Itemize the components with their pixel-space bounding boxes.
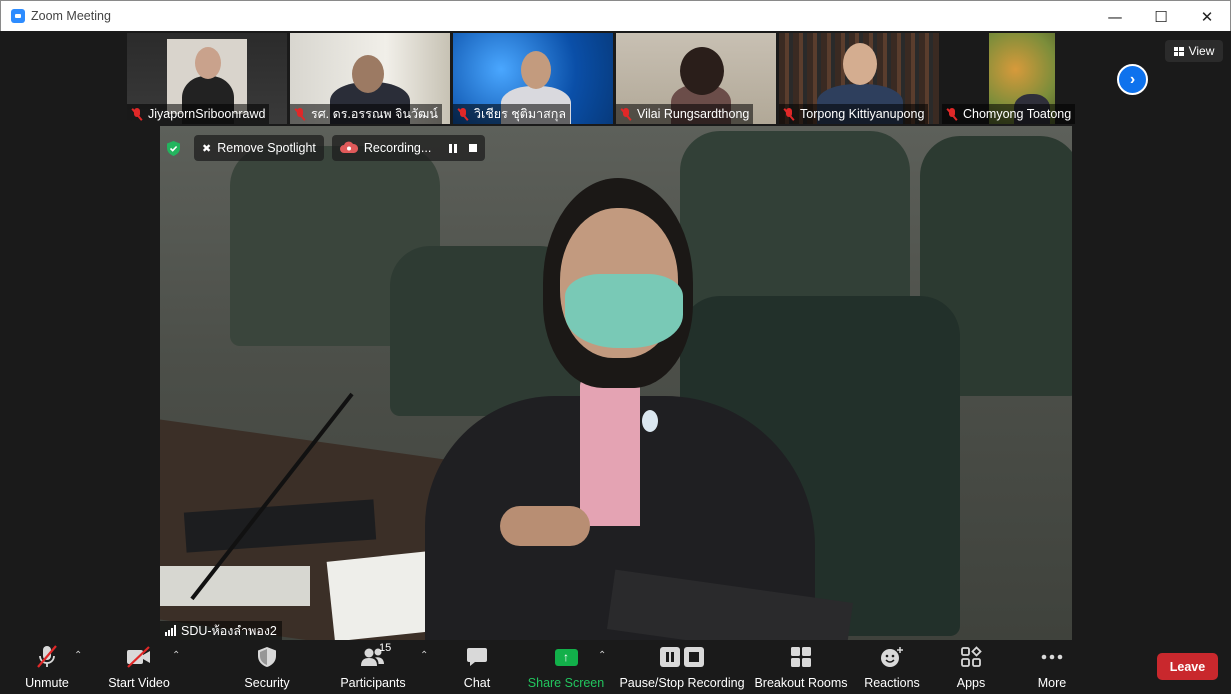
security-button[interactable]: Security	[242, 644, 292, 692]
breakout-rooms-button[interactable]: Breakout Rooms	[754, 644, 848, 692]
video-off-icon	[125, 644, 153, 670]
signal-strength-icon	[165, 625, 176, 636]
unmute-button[interactable]: Unmute	[22, 644, 72, 692]
grid-icon	[1173, 46, 1184, 56]
participant-name: JiyapornSriboonrawd	[148, 107, 266, 121]
apps-button[interactable]: Apps	[954, 644, 988, 692]
participant-name: Chomyong Toatong	[963, 107, 1072, 121]
view-button[interactable]: View	[1165, 40, 1223, 62]
chat-icon	[466, 644, 488, 670]
participant-tile[interactable]: Torpong Kittiyanupong	[779, 33, 939, 124]
participant-namebar: วิเชียร ชุติมาสกุล	[453, 104, 571, 124]
recording-label: Recording...	[363, 141, 432, 155]
leave-button[interactable]: Leave	[1157, 653, 1218, 680]
zoom-window: Zoom Meeting — ☐ ✕ JiyapornSriboonrawd ร…	[0, 0, 1231, 694]
video-options-caret-icon[interactable]: ⌃	[172, 650, 180, 661]
participants-button[interactable]: 15 Participants	[338, 642, 408, 692]
mic-muted-icon	[620, 107, 632, 121]
participant-name: Vilai Rungsardthong	[637, 107, 750, 121]
chevron-right-icon: ›	[1129, 70, 1136, 88]
participant-name: รศ. ดร.อรรณพ จินวัฒน์	[311, 107, 438, 121]
reactions-button[interactable]: Reactions	[864, 644, 920, 692]
meeting-toolbar: Unmute ⌃ Start Video ⌃ Security 15 Parti…	[0, 640, 1231, 694]
participant-namebar: Torpong Kittiyanupong	[779, 104, 929, 124]
pin-icon: ✖	[202, 142, 212, 155]
participants-count: 15	[379, 642, 392, 654]
apps-icon	[960, 644, 982, 670]
main-video	[160, 126, 1072, 640]
participant-namebar: รศ. ดร.อรรณพ จินวัฒน์	[290, 104, 442, 124]
share-screen-button[interactable]: ↑ Share Screen	[527, 644, 605, 692]
smiley-plus-icon	[880, 644, 904, 670]
participants-label: Participants	[340, 676, 406, 690]
participant-tile[interactable]: Vilai Rungsardthong	[616, 33, 776, 124]
participant-tile[interactable]: JiyapornSriboonrawd	[127, 33, 287, 124]
more-dots-icon	[1041, 644, 1063, 670]
participant-namebar: JiyapornSriboonrawd	[127, 104, 270, 124]
pause-stop-recording-label: Pause/Stop Recording	[619, 676, 745, 690]
start-video-button[interactable]: Start Video	[108, 644, 170, 692]
breakout-rooms-label: Breakout Rooms	[754, 676, 848, 690]
share-screen-icon: ↑	[554, 644, 578, 670]
next-page-button[interactable]: ›	[1117, 64, 1148, 95]
maximize-button[interactable]: ☐	[1138, 1, 1184, 32]
mic-muted-icon	[946, 107, 958, 121]
recording-indicator: Recording...	[331, 135, 486, 161]
pause-stop-recording-button[interactable]: Pause/Stop Recording	[619, 644, 745, 692]
mic-muted-icon	[783, 107, 795, 121]
mic-muted-icon	[294, 107, 306, 121]
recording-controls-icon	[659, 644, 705, 670]
chat-button[interactable]: Chat	[460, 644, 494, 692]
audio-options-caret-icon[interactable]: ⌃	[74, 650, 82, 661]
shield-icon	[257, 644, 277, 670]
share-screen-label: Share Screen	[527, 676, 605, 690]
view-label: View	[1188, 44, 1215, 58]
stop-recording-icon[interactable]	[469, 143, 478, 152]
participant-namebar: Chomyong Toatong	[942, 104, 1076, 124]
unmute-label: Unmute	[25, 676, 69, 690]
participants-icon: 15	[353, 642, 393, 670]
more-label: More	[1037, 676, 1067, 690]
breakout-rooms-icon	[790, 644, 812, 670]
window-title: Zoom Meeting	[31, 9, 111, 23]
mic-muted-icon	[457, 107, 469, 121]
participant-tile[interactable]: Chomyong Toatong	[942, 33, 1102, 124]
reactions-label: Reactions	[864, 676, 920, 690]
more-button[interactable]: More	[1034, 644, 1070, 692]
remove-spotlight-label: Remove Spotlight	[217, 141, 316, 155]
mic-off-icon	[35, 644, 59, 670]
participant-strip: JiyapornSriboonrawd รศ. ดร.อรรณพ จินวัฒน…	[0, 31, 1231, 126]
participant-name: วิเชียร ชุติมาสกุล	[474, 107, 567, 121]
zoom-app-icon	[11, 9, 25, 23]
start-video-label: Start Video	[108, 676, 170, 690]
main-speaker-name: SDU-ห้องลำพอง2	[181, 623, 277, 638]
participant-tile[interactable]: รศ. ดร.อรรณพ จินวัฒน์	[290, 33, 450, 124]
pause-recording-icon[interactable]	[449, 143, 458, 153]
apps-label: Apps	[956, 676, 986, 690]
mic-muted-icon	[131, 107, 143, 121]
security-label: Security	[244, 676, 290, 690]
participant-namebar: Vilai Rungsardthong	[616, 104, 754, 124]
share-options-caret-icon[interactable]: ⌃	[598, 650, 606, 661]
close-button[interactable]: ✕	[1184, 1, 1230, 32]
minimize-button[interactable]: —	[1092, 1, 1138, 32]
remove-spotlight-button[interactable]: ✖ Remove Spotlight	[194, 135, 324, 161]
title-bar: Zoom Meeting — ☐ ✕	[0, 0, 1231, 31]
cloud-recording-icon	[339, 141, 358, 156]
participant-tile[interactable]: วิเชียร ชุติมาสกุล	[453, 33, 613, 124]
main-speaker-namebar: SDU-ห้องลำพอง2	[160, 621, 282, 640]
window-controls: — ☐ ✕	[1092, 1, 1230, 32]
spotlight-overlay: ✖ Remove Spotlight Recording...	[160, 135, 486, 161]
encryption-shield-icon[interactable]	[160, 135, 186, 161]
participants-options-caret-icon[interactable]: ⌃	[420, 650, 428, 661]
chat-label: Chat	[463, 676, 491, 690]
participant-name: Torpong Kittiyanupong	[800, 107, 925, 121]
